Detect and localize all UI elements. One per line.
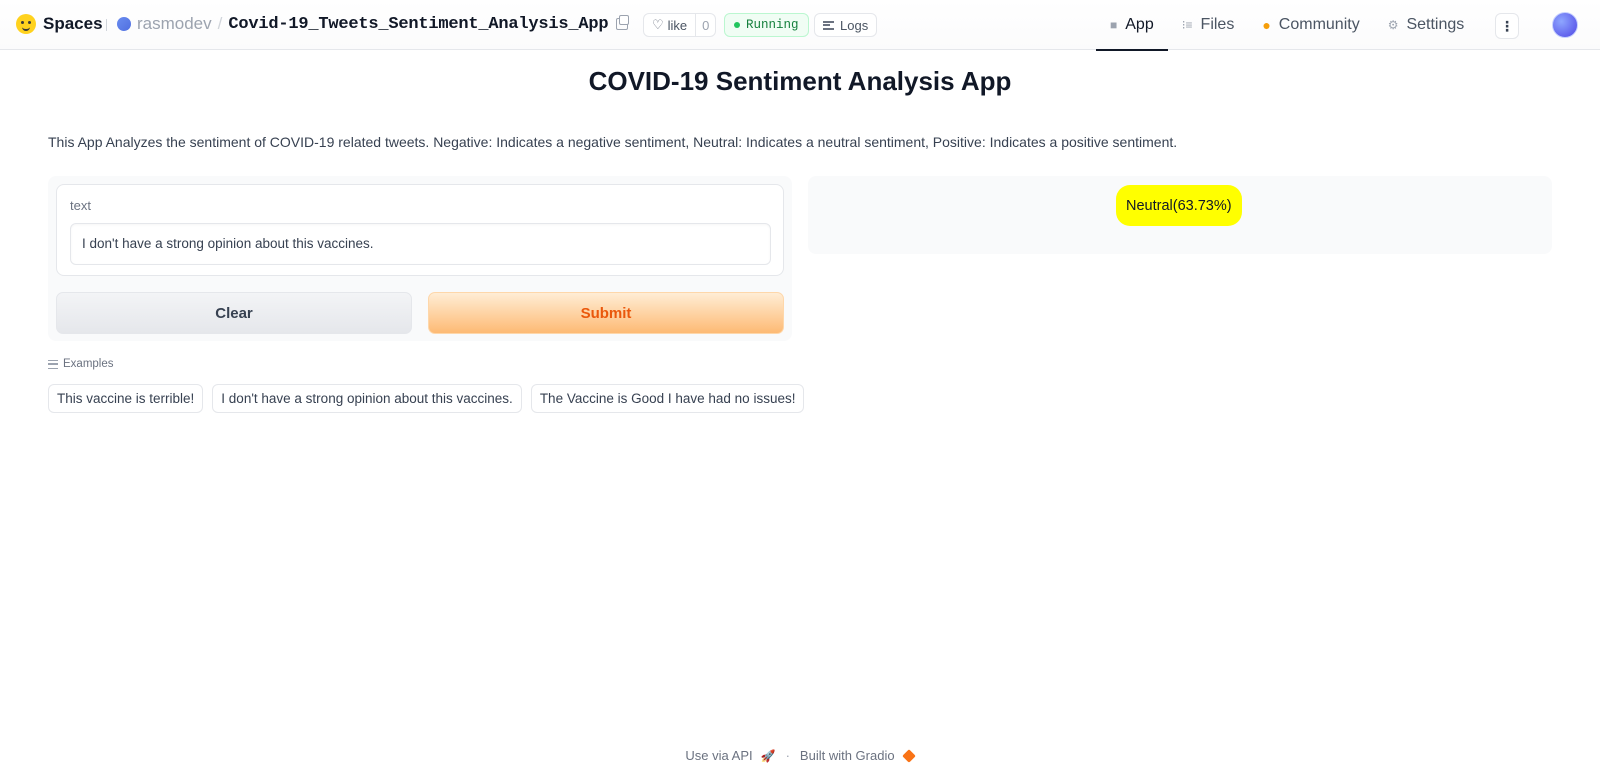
more-options-button[interactable]: ⋮ [1495, 13, 1519, 39]
owner-link[interactable]: rasmodev [137, 14, 212, 34]
logs-label: Logs [840, 17, 869, 33]
like-count: 0 [695, 14, 715, 36]
logs-icon [823, 20, 834, 30]
community-icon: ● [1262, 17, 1271, 33]
rocket-icon: 🚀 [760, 748, 776, 763]
app-description: This App Analyzes the sentiment of COVID… [48, 134, 1178, 150]
footer: Use via API 🚀 · Built with Gradio [0, 748, 1600, 763]
user-avatar[interactable] [1552, 12, 1578, 38]
files-icon: ⁝≡ [1181, 18, 1193, 32]
page-title: COVID-19 Sentiment Analysis App [588, 66, 1012, 96]
repo-name-link[interactable]: Covid-19_Tweets_Sentiment_Analysis_App [228, 15, 608, 34]
submit-button[interactable]: Submit [428, 292, 784, 334]
heart-icon: ♡ [652, 17, 664, 32]
breadcrumb-separator: / [217, 14, 223, 33]
text-input-field[interactable]: I don't have a strong opinion about this… [70, 223, 771, 265]
clear-button[interactable]: Clear [56, 292, 412, 334]
owner-avatar[interactable] [117, 17, 131, 31]
gradio-logo-icon [901, 748, 916, 763]
divider [106, 19, 107, 31]
spaces-home-link[interactable]: Spaces [16, 14, 103, 34]
examples-heading-label: Examples [63, 358, 114, 370]
logs-button[interactable]: Logs [814, 13, 878, 37]
space-tabs: ■ App ⁝≡ Files ● Community ⚙ Settings [1096, 0, 1479, 51]
tab-files-label: Files [1200, 16, 1235, 33]
status-badge: Running [724, 13, 809, 37]
tab-app[interactable]: ■ App [1096, 0, 1168, 51]
tab-community[interactable]: ● Community [1248, 0, 1373, 50]
tab-app-label: App [1125, 16, 1154, 33]
output-panel: Neutral(63.73%) [808, 176, 1552, 254]
examples-list: This vaccine is terrible! I don't have a… [48, 384, 805, 413]
top-navigation-bar: Spaces rasmodev / Covid-19_Tweets_Sentim… [0, 0, 1600, 51]
example-item[interactable]: This vaccine is terrible! [48, 384, 204, 413]
tab-community-label: Community [1278, 16, 1360, 33]
cube-icon: ■ [1110, 18, 1118, 32]
tab-files[interactable]: ⁝≡ Files [1168, 0, 1249, 50]
tab-settings-label: Settings [1406, 16, 1465, 33]
status-label: Running [746, 18, 799, 32]
use-via-api-link[interactable]: Use via API 🚀 [685, 748, 775, 763]
footer-separator: · [785, 748, 790, 763]
status-dot-icon [734, 22, 740, 28]
input-panel: text I don't have a strong opinion about… [48, 176, 792, 341]
built-with-gradio-label: Built with Gradio [799, 748, 895, 763]
like-label: like [667, 17, 688, 33]
built-with-gradio-link[interactable]: Built with Gradio [799, 748, 916, 763]
hugging-face-logo-icon [16, 14, 36, 34]
examples-heading: Examples [48, 358, 114, 370]
list-icon [48, 359, 58, 369]
repo-breadcrumb: rasmodev / Covid-19_Tweets_Sentiment_Ana… [117, 14, 630, 34]
brand-label: Spaces [43, 14, 103, 33]
like-button[interactable]: ♡ like 0 [643, 13, 717, 37]
example-item[interactable]: The Vaccine is Good I have had no issues… [530, 384, 805, 413]
tab-settings[interactable]: ⚙ Settings [1374, 0, 1479, 50]
sentiment-result-label: Neutral(63.73%) [1116, 185, 1242, 226]
use-via-api-label: Use via API [685, 748, 753, 763]
gear-icon: ⚙ [1387, 18, 1399, 32]
text-input-block: text I don't have a strong opinion about… [56, 184, 784, 276]
text-input-label: text [70, 198, 91, 213]
example-item[interactable]: I don't have a strong opinion about this… [212, 384, 522, 413]
copy-icon[interactable] [616, 15, 630, 30]
